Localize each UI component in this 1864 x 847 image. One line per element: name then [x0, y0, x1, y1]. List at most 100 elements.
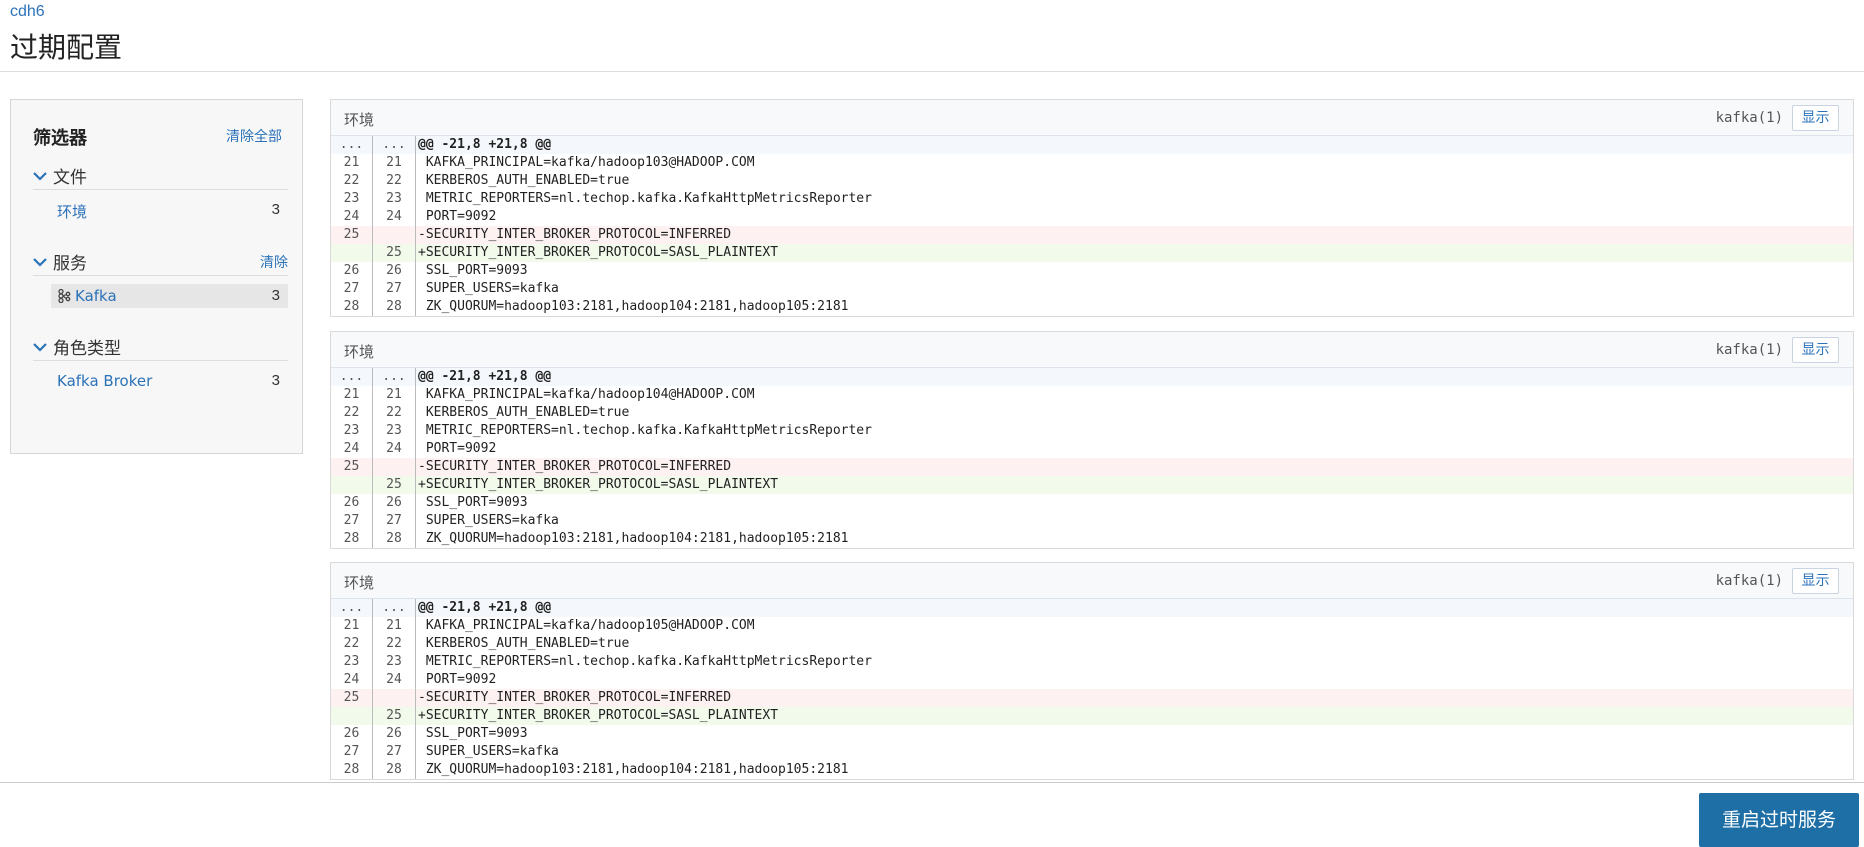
footer-bar: 重启过时服务 — [0, 782, 1864, 847]
new-line-number: 24 — [373, 208, 416, 226]
page-title: 过期配置 — [10, 31, 123, 64]
filter-group-role-types: 角色类型 Kafka Broker 3 — [33, 331, 288, 393]
filter-item-count: 3 — [271, 201, 280, 218]
diff-panel-header: 环境 kafka(1) 显示 — [331, 100, 1853, 136]
filter-group-name: 文件 — [53, 168, 87, 188]
filter-item-count: 3 — [271, 287, 280, 304]
filter-group-files: 文件 环境 3 — [33, 160, 288, 222]
old-line-number: 25 — [331, 689, 373, 707]
diff-service-label: kafka(1) — [1715, 110, 1783, 126]
filter-group-services: 服务 清除 Kafka 3 — [33, 246, 288, 308]
new-line-number: 25 — [373, 244, 416, 262]
old-line-number — [331, 476, 373, 494]
old-line-number: 21 — [331, 154, 373, 172]
old-line-number: ... — [331, 368, 373, 386]
old-line-number: 28 — [331, 530, 373, 548]
diff-line-text: ZK_QUORUM=hadoop103:2181,hadoop104:2181,… — [418, 762, 849, 777]
new-line-number — [373, 689, 416, 707]
new-line-number: 26 — [373, 725, 416, 743]
diff-panel: 环境 kafka(1) 显示 ...... @@ -21,8 +21,8 @@ 21… — [330, 331, 1854, 549]
filter-item-kafka-broker[interactable]: Kafka Broker 3 — [53, 369, 288, 393]
new-line-number — [373, 458, 416, 476]
filter-item-env[interactable]: 环境 3 — [53, 198, 288, 222]
diff-panel-header: 环境 kafka(1) 显示 — [331, 332, 1853, 368]
diff-service-label: kafka(1) — [1715, 342, 1783, 358]
old-line-number: 25 — [331, 458, 373, 476]
diff-line-text: -SECURITY_INTER_BROKER_PROTOCOL=INFERRED — [418, 459, 732, 474]
filter-item-count: 3 — [271, 372, 280, 389]
diff-hunk-header: ...... @@ -21,8 +21,8 @@ — [331, 136, 1853, 154]
show-button[interactable]: 显示 — [1792, 105, 1839, 131]
diff-line-text: SSL_PORT=9093 — [418, 726, 528, 741]
diff-line-text: PORT=9092 — [418, 209, 497, 224]
old-line-number: 22 — [331, 635, 373, 653]
diff-removed-line: 25 -SECURITY_INTER_BROKER_PROTOCOL=INFERR… — [331, 689, 1853, 707]
filter-group-header[interactable]: 角色类型 — [33, 331, 288, 361]
filter-title: 筛选器 — [33, 128, 87, 149]
diff-line-text: +SECURITY_INTER_BROKER_PROTOCOL=SASL_PLA… — [418, 245, 779, 260]
diff-context-line: 21 21 KAFKA_PRINCIPAL=kafka/hadoop103@HAD… — [331, 154, 1853, 172]
old-line-number: 25 — [331, 226, 373, 244]
clear-services-link[interactable]: 清除 — [260, 252, 288, 272]
diff-panel: 环境 kafka(1) 显示 ...... @@ -21,8 +21,8 @@ 21… — [330, 562, 1854, 780]
kafka-icon — [58, 289, 71, 303]
show-button[interactable]: 显示 — [1792, 568, 1839, 594]
old-line-number: ... — [331, 136, 373, 154]
old-line-number — [331, 707, 373, 725]
filter-item-label: Kafka — [75, 287, 117, 305]
new-line-number: 27 — [373, 280, 416, 298]
clear-all-link[interactable]: 清除全部 — [226, 126, 282, 146]
diff-line-text: METRIC_REPORTERS=nl.techop.kafka.KafkaHt… — [418, 654, 872, 669]
diff-line-text: KAFKA_PRINCIPAL=kafka/hadoop103@HADOOP.C… — [418, 155, 755, 170]
diff-removed-line: 25 -SECURITY_INTER_BROKER_PROTOCOL=INFERR… — [331, 458, 1853, 476]
diff-context-line: 21 21 KAFKA_PRINCIPAL=kafka/hadoop105@HAD… — [331, 617, 1853, 635]
chevron-down-icon — [33, 343, 47, 352]
diff-body: ...... @@ -21,8 +21,8 @@ 21 21 KAFKA_PRINCI… — [331, 599, 1853, 779]
restart-stale-services-button[interactable]: 重启过时服务 — [1699, 793, 1859, 847]
diff-line-text: @@ -21,8 +21,8 @@ — [418, 137, 552, 152]
new-line-number: 28 — [373, 761, 416, 779]
new-line-number: 27 — [373, 743, 416, 761]
new-line-number: 21 — [373, 154, 416, 172]
diff-service-label: kafka(1) — [1715, 573, 1783, 589]
diff-context-line: 27 27 SUPER_USERS=kafka — [331, 280, 1853, 298]
diff-context-line: 23 23 METRIC_REPORTERS=nl.techop.kafka.Ka… — [331, 190, 1853, 208]
diff-context-line: 28 28 ZK_QUORUM=hadoop103:2181,hadoop104:… — [331, 530, 1853, 548]
diff-context-line: 23 23 METRIC_REPORTERS=nl.techop.kafka.Ka… — [331, 422, 1853, 440]
diff-hunk-header: ...... @@ -21,8 +21,8 @@ — [331, 368, 1853, 386]
show-button[interactable]: 显示 — [1792, 337, 1839, 363]
old-line-number: 27 — [331, 280, 373, 298]
diff-added-line: 25 +SECURITY_INTER_BROKER_PROTOCOL=SASL_P… — [331, 244, 1853, 262]
chevron-down-icon — [33, 172, 47, 181]
new-line-number: 22 — [373, 635, 416, 653]
diff-file-label: 环境 — [344, 111, 375, 129]
diff-line-text: +SECURITY_INTER_BROKER_PROTOCOL=SASL_PLA… — [418, 708, 779, 723]
diff-body: ...... @@ -21,8 +21,8 @@ 21 21 KAFKA_PRINCI… — [331, 136, 1853, 316]
diff-line-text: PORT=9092 — [418, 441, 497, 456]
filter-item-kafka[interactable]: Kafka 3 — [51, 284, 288, 308]
new-line-number: 25 — [373, 707, 416, 725]
diff-context-line: 23 23 METRIC_REPORTERS=nl.techop.kafka.Ka… — [331, 653, 1853, 671]
diff-line-text: @@ -21,8 +21,8 @@ — [418, 369, 552, 384]
old-line-number: 28 — [331, 298, 373, 316]
diff-line-text: KERBEROS_AUTH_ENABLED=true — [418, 173, 630, 188]
diff-line-text: PORT=9092 — [418, 672, 497, 687]
old-line-number: 23 — [331, 422, 373, 440]
breadcrumb-cluster-link[interactable]: cdh6 — [10, 3, 45, 21]
diff-context-line: 22 22 KERBEROS_AUTH_ENABLED=true — [331, 635, 1853, 653]
old-line-number: 22 — [331, 172, 373, 190]
old-line-number: 26 — [331, 725, 373, 743]
diff-line-text: KAFKA_PRINCIPAL=kafka/hadoop104@HADOOP.C… — [418, 387, 755, 402]
old-line-number: 22 — [331, 404, 373, 422]
old-line-number: ... — [331, 599, 373, 617]
filter-group-header[interactable]: 服务 清除 — [33, 246, 288, 276]
diff-context-line: 22 22 KERBEROS_AUTH_ENABLED=true — [331, 172, 1853, 190]
new-line-number: 22 — [373, 172, 416, 190]
filter-group-name: 服务 — [53, 254, 87, 274]
old-line-number: 23 — [331, 190, 373, 208]
diff-context-line: 26 26 SSL_PORT=9093 — [331, 262, 1853, 280]
new-line-number: 24 — [373, 440, 416, 458]
filter-group-header[interactable]: 文件 — [33, 160, 288, 190]
diff-line-text: SUPER_USERS=kafka — [418, 281, 559, 296]
old-line-number: 24 — [331, 440, 373, 458]
